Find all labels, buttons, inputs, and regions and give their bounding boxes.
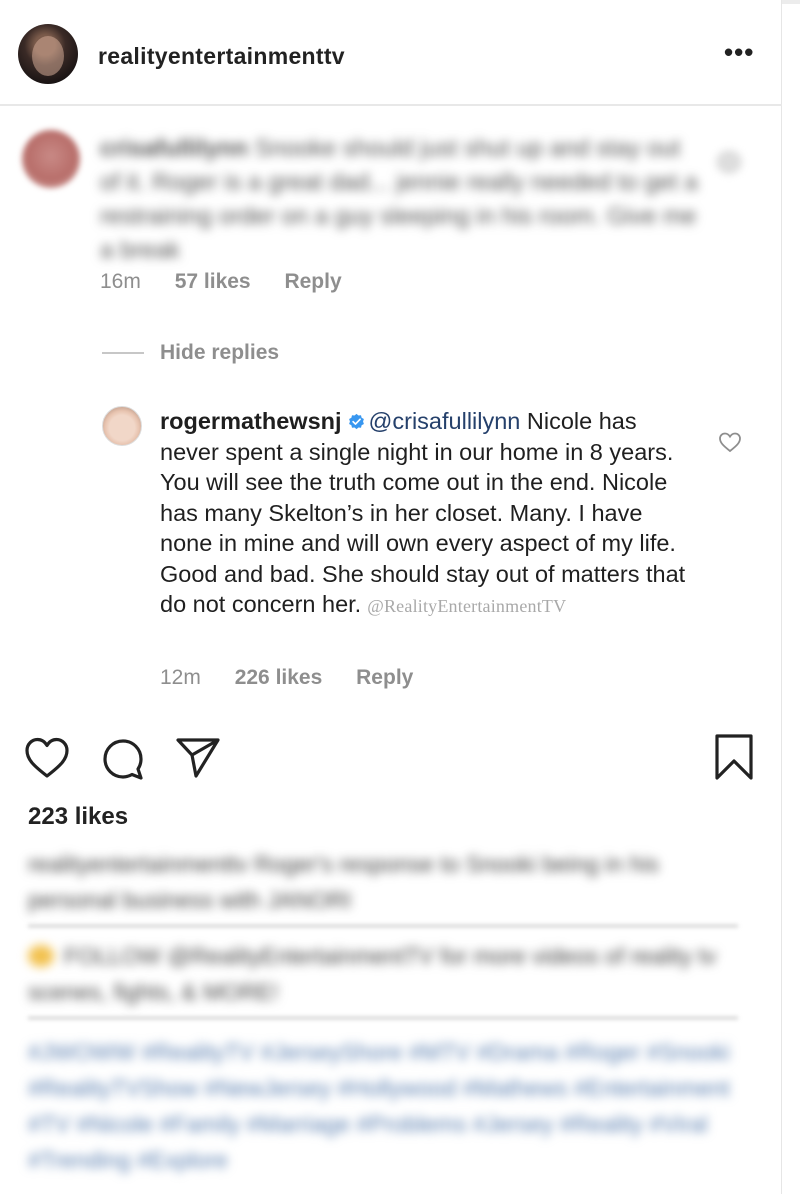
reply-mention[interactable]: @crisafullilynn xyxy=(369,408,521,434)
share-icon[interactable] xyxy=(174,734,222,780)
comment-icon[interactable] xyxy=(100,736,146,782)
reply-meta: 12m 226 likes Reply xyxy=(160,666,441,690)
caption-divider-2 xyxy=(28,1017,738,1019)
account-username[interactable]: realityentertainmenttv xyxy=(98,43,345,70)
reply-text: rogermathewsnj @crisafullilynn Nicole ha… xyxy=(160,406,700,622)
reply-likes[interactable]: 226 likes xyxy=(235,666,323,689)
comment-time: 16m xyxy=(100,270,141,293)
comment-text: crisafullilynn Snooke should just shut u… xyxy=(100,135,698,264)
commenter-avatar[interactable] xyxy=(22,130,80,188)
caption-text: realityentertainmenttv Roger's response … xyxy=(28,851,659,913)
reply-heart-icon[interactable] xyxy=(718,431,742,453)
post-frame: realityentertainmenttv ••• crisafullilyn… xyxy=(0,0,782,1194)
post-actions xyxy=(0,732,782,784)
heart-icon[interactable] xyxy=(24,736,70,780)
watermark: @RealityEntertainmentTV xyxy=(367,596,567,616)
reply-time: 12m xyxy=(160,666,201,689)
comment-heart-icon[interactable] xyxy=(716,150,742,174)
hide-replies-button[interactable]: Hide replies xyxy=(102,338,279,368)
header-divider xyxy=(0,104,782,106)
bookmark-icon[interactable] xyxy=(712,732,756,782)
comment-meta: 16m 57 likes Reply xyxy=(100,270,370,294)
comment-reply-button[interactable]: Reply xyxy=(284,270,341,293)
verified-badge-icon xyxy=(348,413,364,430)
caption-divider xyxy=(28,925,738,927)
comment-likes[interactable]: 57 likes xyxy=(175,270,251,293)
reply-username[interactable]: rogermathewsnj xyxy=(160,408,342,434)
hide-replies-line xyxy=(102,352,144,354)
post-likes[interactable]: 223 likes xyxy=(28,803,128,831)
post-header: realityentertainmenttv ••• xyxy=(0,22,782,86)
reply-avatar[interactable] xyxy=(102,406,142,446)
caption-hashtags: #JWOWW #RealityTV #JerseyShore #MTV #Dra… xyxy=(28,1039,730,1173)
caption-follow: FOLLOW @RealityEntertainmentTV for more … xyxy=(28,943,717,1005)
reply-reply-button[interactable]: Reply xyxy=(356,666,413,689)
account-avatar[interactable] xyxy=(18,24,78,84)
reply-body: Nicole has never spent a single night in… xyxy=(160,408,686,617)
hide-replies-label: Hide replies xyxy=(160,341,280,364)
more-options-icon[interactable]: ••• xyxy=(724,39,754,65)
